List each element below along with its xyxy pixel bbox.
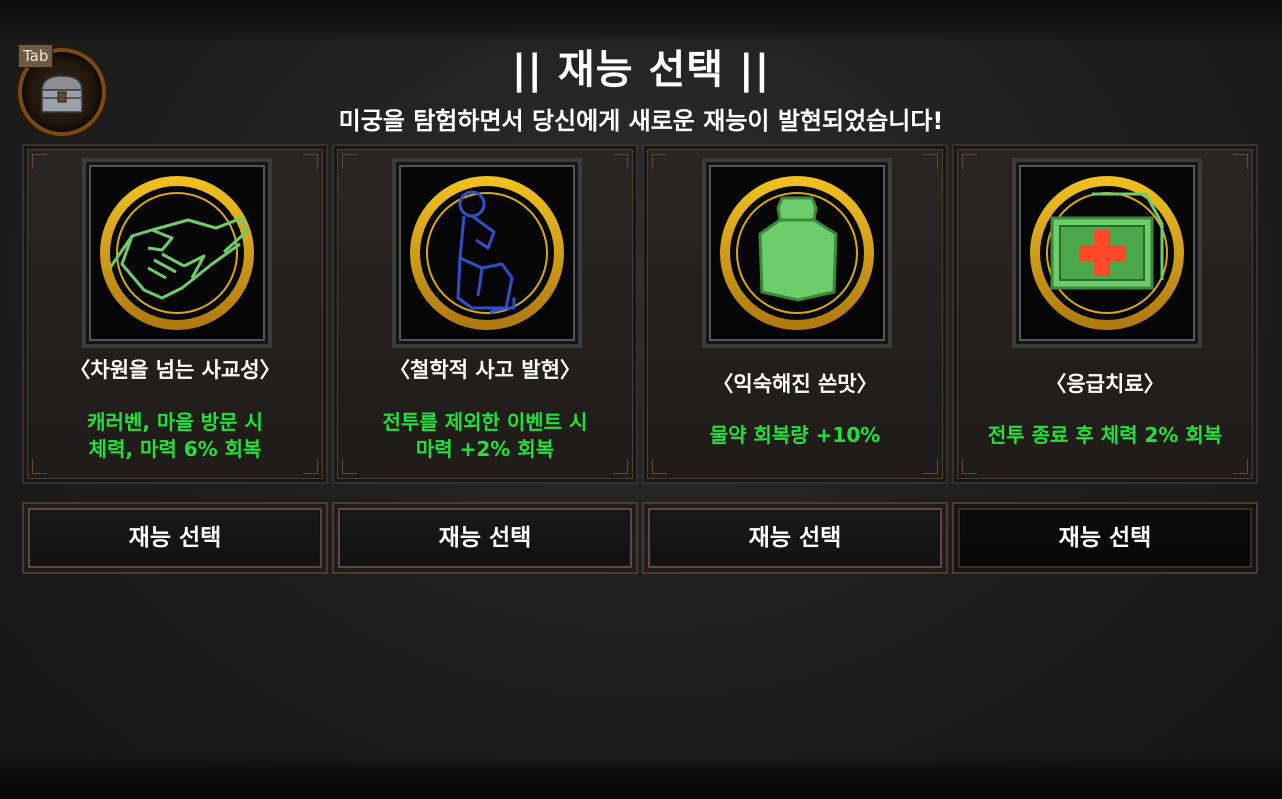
handshake-icon <box>96 172 258 334</box>
potion-icon <box>716 172 878 334</box>
select-talent-button-3[interactable]: 재능 선택 <box>642 502 948 574</box>
talent-icon-frame <box>392 158 582 348</box>
talent-icon-frame <box>82 158 272 348</box>
talent-name: 〈차원을 넘는 사교성〉 <box>69 358 281 382</box>
talent-description-line2: 체력, 마력 6% 회복 <box>88 437 262 461</box>
talent-card-4: 〈응급치료〉 전투 종료 후 체력 2% 회복 <box>952 144 1258 484</box>
talent-icon-frame <box>1012 158 1202 348</box>
talent-card-3: 〈익숙해진 쓴맛〉 물약 회복량 +10% <box>642 144 948 484</box>
talent-description-line1: 물약 회복량 +10% <box>709 423 881 447</box>
talent-selection-screen: Tab || 재능 선택 || 미궁을 탐험하면서 당신에게 새로운 재능이 발… <box>0 0 1282 799</box>
select-talent-button-2[interactable]: 재능 선택 <box>332 502 638 574</box>
talent-card-1: 〈차원을 넘는 사교성〉 캐러벤, 마을 방문 시 체력, 마력 6% 회복 <box>22 144 328 484</box>
talent-description-line1: 전투를 제외한 이벤트 시 <box>382 410 588 434</box>
talent-card-2: 〈철학적 사고 발현〉 전투를 제외한 이벤트 시 마력 +2% 회복 <box>332 144 638 484</box>
select-talent-button-4[interactable]: 재능 선택 <box>952 502 1258 574</box>
thinker-icon <box>406 172 568 334</box>
talent-icon-frame <box>702 158 892 348</box>
bottom-bar <box>0 757 1282 799</box>
talent-name: 〈응급치료〉 <box>1045 372 1165 396</box>
talent-name: 〈익숙해진 쓴맛〉 <box>712 372 878 396</box>
first-aid-kit-icon <box>1026 172 1188 334</box>
page-subtitle: 미궁을 탐험하면서 당신에게 새로운 재능이 발현되었습니다! <box>338 107 944 135</box>
talent-name: 〈철학적 사고 발현〉 <box>389 358 581 382</box>
talent-description-line2: 마력 +2% 회복 <box>415 437 555 461</box>
select-talent-button-1[interactable]: 재능 선택 <box>22 502 328 574</box>
top-bar <box>0 0 1282 42</box>
talent-description-line1: 전투 종료 후 체력 2% 회복 <box>987 423 1223 447</box>
page-title: || 재능 선택 || <box>511 47 771 93</box>
talent-description-line1: 캐러벤, 마을 방문 시 <box>87 410 263 434</box>
